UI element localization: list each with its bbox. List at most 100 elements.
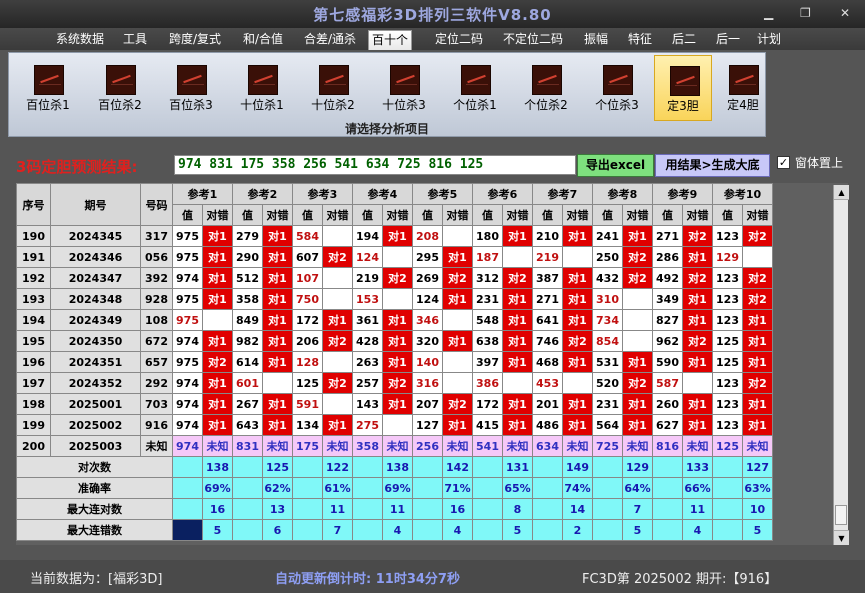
chart-icon [319, 65, 349, 95]
stat-spacer [652, 519, 683, 541]
hit-cell [322, 225, 353, 247]
close-icon[interactable]: ✕ [840, 6, 850, 20]
menu-9[interactable]: 振幅 [578, 30, 614, 50]
export-excel-button[interactable]: 导出excel [577, 154, 654, 177]
table-row[interactable]: 195 2024350 672 974 对1 982 对1 206 对2 428 对1 320 对1 63… [16, 330, 773, 352]
tool-label: 个位杀2 [524, 98, 568, 112]
stat-spacer [292, 519, 323, 541]
value-cell: 361 [352, 309, 383, 331]
menu-5[interactable]: 合差/通杀 [298, 30, 362, 50]
value-cell: 210 [532, 225, 563, 247]
window-title: 第七感福彩3D排列三软件V8.80 [313, 6, 552, 24]
table-row[interactable]: 197 2024352 292 974 对1 601 125 对2 257 对2 316 386 453… [16, 372, 773, 394]
tool-5-button[interactable]: 十位杀2 [304, 65, 362, 115]
hit-cell [442, 309, 473, 331]
menu-13[interactable]: 计划 [754, 30, 784, 50]
stay-on-top-checkbox[interactable]: ✓ [777, 156, 790, 169]
value-cell: 486 [532, 414, 563, 436]
value-cell: 591 [292, 393, 323, 415]
value-cell: 590 [652, 351, 683, 373]
hit-cell [442, 351, 473, 373]
tool-9-button[interactable]: 个位杀3 [588, 65, 646, 115]
period-cell: 2025001 [50, 393, 141, 415]
vertical-scrollbar[interactable]: ▲ ▼ [833, 185, 849, 545]
table-row[interactable]: 192 2024347 392 974 对1 512 对1 107 219 对2 269 对2 312 对… [16, 267, 773, 289]
stat-value: 6 [262, 519, 293, 541]
tool-8-button[interactable]: 个位杀2 [517, 65, 575, 115]
menu-11[interactable]: 后二 [666, 30, 702, 50]
table-row[interactable]: 193 2024348 928 975 对1 358 对1 750 153 124 对1 231 对1 2… [16, 288, 773, 310]
seq-cell: 195 [16, 330, 51, 352]
table-row[interactable]: 190 2024345 317 975 对1 279 对1 584 194 对1 208 180 对1 2… [16, 225, 773, 247]
menu-3[interactable]: 跨度/复式 [162, 30, 228, 50]
value-cell: 974 [172, 414, 203, 436]
minimize-icon[interactable]: ▁ [764, 6, 773, 20]
stat-value: 122 [322, 456, 353, 478]
menu-7[interactable]: 定位二码 [428, 30, 490, 50]
tool-3-button[interactable]: 百位杀3 [162, 65, 220, 115]
hit-cell: 对1 [562, 393, 593, 415]
period-cell: 2024346 [50, 246, 141, 268]
value-cell: 275 [352, 414, 383, 436]
tool-2-button[interactable]: 百位杀2 [91, 65, 149, 115]
hit-cell: 对1 [502, 351, 533, 373]
table-row[interactable]: 191 2024346 056 975 对1 290 对1 607 对2 124 295 对1 187 2… [16, 246, 773, 268]
table-row[interactable]: 196 2024351 657 975 对2 614 对1 128 263 对1 140 397 对1 4… [16, 351, 773, 373]
menu-4[interactable]: 和/合值 [234, 30, 292, 50]
value-cell: 123 [712, 288, 743, 310]
hit-cell: 对1 [442, 246, 473, 268]
tool-label: 百位杀1 [26, 98, 70, 112]
menu-8[interactable]: 不定位二码 [496, 30, 570, 50]
tool-10-button[interactable]: 定3胆 [654, 55, 712, 121]
value-cell: 286 [652, 246, 683, 268]
hit-cell: 对1 [202, 393, 233, 415]
latest-draw-status: FC3D第 2025002 期开:【916】 [582, 572, 778, 587]
menu-10[interactable]: 特征 [622, 30, 658, 50]
value-cell: 295 [412, 246, 443, 268]
table-row[interactable]: 199 2025002 916 974 对1 643 对1 134 对1 275 127 对1 415 对… [16, 414, 773, 436]
value-cell: 975 [172, 246, 203, 268]
stat-value: 125 [262, 456, 293, 478]
hit-cell [562, 372, 593, 394]
hit-cell: 对2 [502, 267, 533, 289]
hit-cell: 对1 [502, 309, 533, 331]
stat-value: 63% [742, 477, 773, 499]
maximize-icon[interactable]: ❐ [800, 6, 811, 20]
tool-7-button[interactable]: 个位杀1 [446, 65, 504, 115]
tool-4-button[interactable]: 十位杀1 [233, 65, 291, 115]
tool-11-button[interactable]: 定4胆 [714, 65, 772, 115]
value-cell: 250 [592, 246, 623, 268]
table-row[interactable]: 194 2024349 108 975 849 对1 172 对1 361 对1 346 548 对1 6… [16, 309, 773, 331]
scroll-up-icon[interactable]: ▲ [834, 185, 849, 200]
value-cell: 123 [712, 225, 743, 247]
generate-base-button[interactable]: 用结果>生成大底 [655, 154, 770, 177]
tool-6-button[interactable]: 十位杀3 [375, 65, 433, 115]
sub-header: 值 [232, 204, 263, 226]
value-cell: 312 [472, 267, 503, 289]
value-cell: 627 [652, 414, 683, 436]
stat-value: 5 [622, 519, 653, 541]
value-cell: 260 [652, 393, 683, 415]
value-cell: 194 [352, 225, 383, 247]
value-cell: 310 [592, 288, 623, 310]
scroll-thumb[interactable] [835, 505, 847, 525]
scroll-down-icon[interactable]: ▼ [834, 530, 849, 545]
analysis-table-area: 序号 期号 号码 参考1 参考2 参考3 参考4 参考5 参考6 参考7 参考8 参考9 参考10 值对错… [16, 183, 848, 545]
ref-header: 参考8 [592, 183, 653, 205]
value-cell: 107 [292, 267, 323, 289]
tool-label: 十位杀1 [240, 98, 284, 112]
table-row[interactable]: 198 2025001 703 974 对1 267 对1 591 143 对1 207 对2 172 对… [16, 393, 773, 415]
menu-2[interactable]: 工具 [118, 30, 152, 50]
menu-1[interactable]: 系统数据 [54, 30, 106, 50]
value-cell: 263 [352, 351, 383, 373]
tool-1-button[interactable]: 百位杀1 [19, 65, 77, 115]
stat-value: 138 [202, 456, 233, 478]
hit-cell: 未知 [442, 435, 473, 457]
value-cell: 520 [592, 372, 623, 394]
prediction-row[interactable]: 200 2025003 未知 974 未知 831 未知 175 未知 358 未知 256 未知 541… [16, 435, 773, 457]
menu-6[interactable]: 百十个 [368, 30, 412, 50]
hit-cell [682, 372, 713, 394]
stat-value: 129 [622, 456, 653, 478]
prediction-result-field[interactable]: 974 831 175 358 256 541 634 725 816 125 [174, 155, 576, 175]
menu-12[interactable]: 后一 [710, 30, 746, 50]
